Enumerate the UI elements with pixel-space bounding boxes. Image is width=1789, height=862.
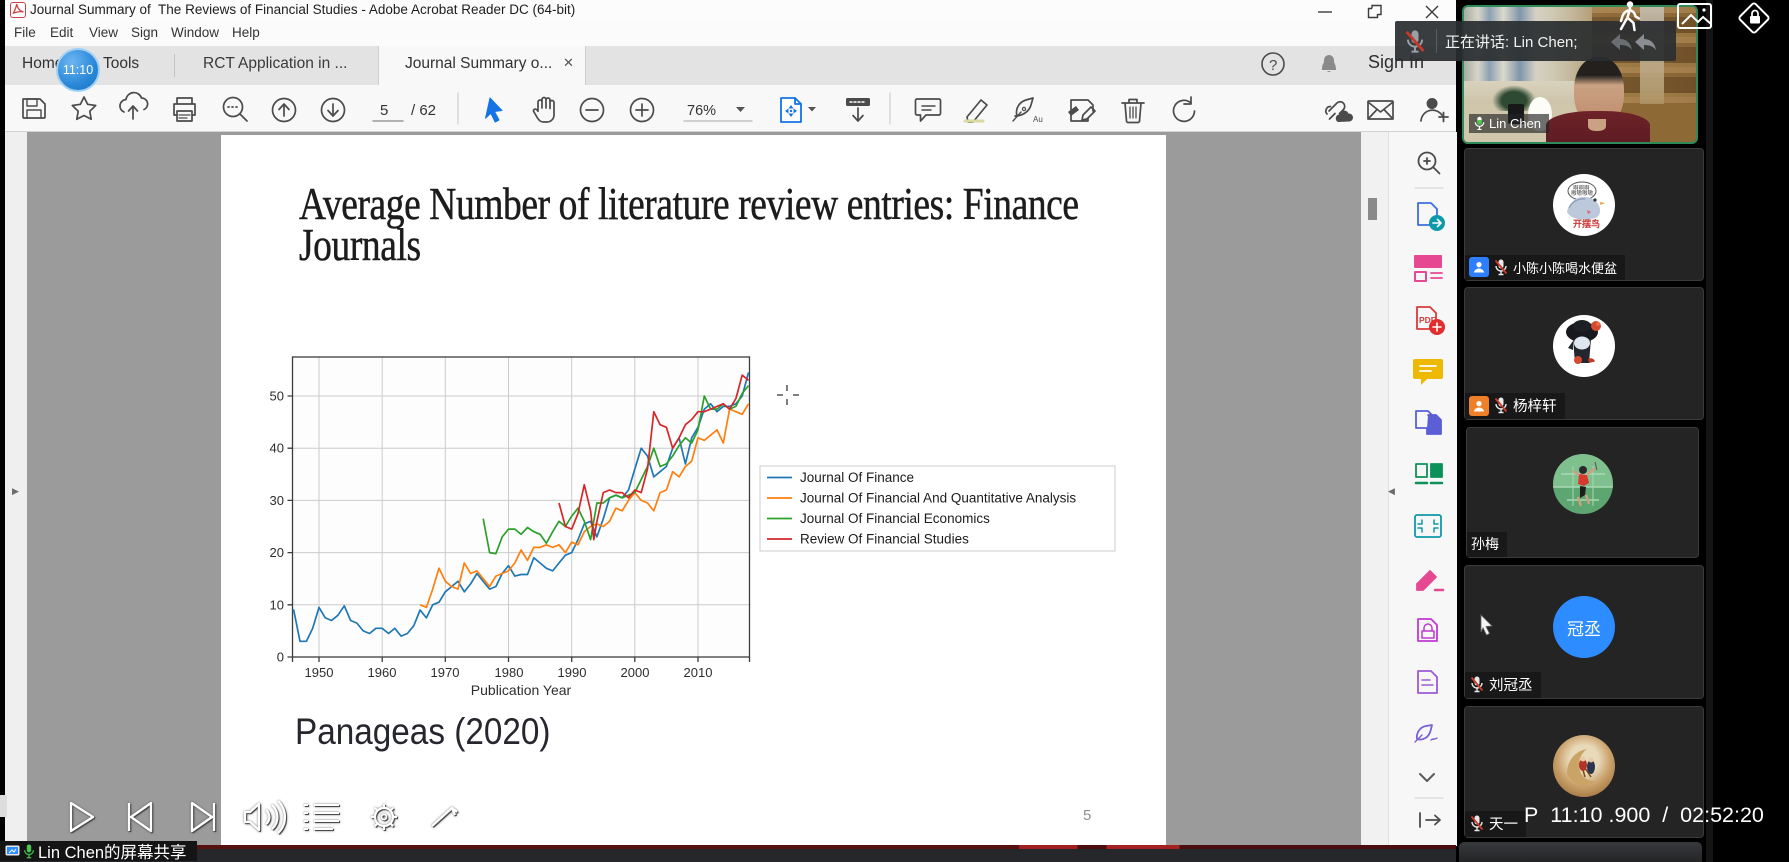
svg-text:Journal Of Financial Economics: Journal Of Financial Economics: [800, 511, 990, 526]
svg-text:2000: 2000: [621, 665, 650, 680]
svg-text:1990: 1990: [558, 665, 587, 680]
svg-text:1960: 1960: [368, 665, 397, 680]
svg-text:Journal Of Financial And Quant: Journal Of Financial And Quantitative An…: [800, 491, 1076, 506]
svg-text:30: 30: [270, 493, 284, 508]
svg-text:1950: 1950: [305, 665, 334, 680]
svg-text:76%: 76%: [687, 103, 716, 119]
svg-text:5: 5: [380, 102, 388, 119]
svg-text:20: 20: [270, 545, 284, 560]
svg-text:Journal Of Finance: Journal Of Finance: [800, 470, 914, 485]
svg-text:开摆鸟: 开摆鸟: [1573, 218, 1600, 229]
svg-text:Au: Au: [1033, 115, 1043, 124]
svg-text:嗷嗷嗷嗷: 嗷嗷嗷嗷: [1571, 189, 1594, 197]
svg-text:?: ?: [1269, 57, 1277, 74]
svg-text:/ 62: / 62: [411, 102, 436, 119]
svg-text:Review Of Financial Studies: Review Of Financial Studies: [800, 532, 969, 547]
svg-text:2010: 2010: [684, 665, 713, 680]
svg-text:Publication Year: Publication Year: [471, 682, 572, 698]
svg-text:10: 10: [270, 597, 284, 612]
svg-text:1980: 1980: [495, 665, 524, 680]
svg-text:0: 0: [277, 650, 284, 665]
svg-text:1970: 1970: [431, 665, 460, 680]
svg-text:50: 50: [270, 389, 284, 404]
svg-text:40: 40: [270, 441, 284, 456]
